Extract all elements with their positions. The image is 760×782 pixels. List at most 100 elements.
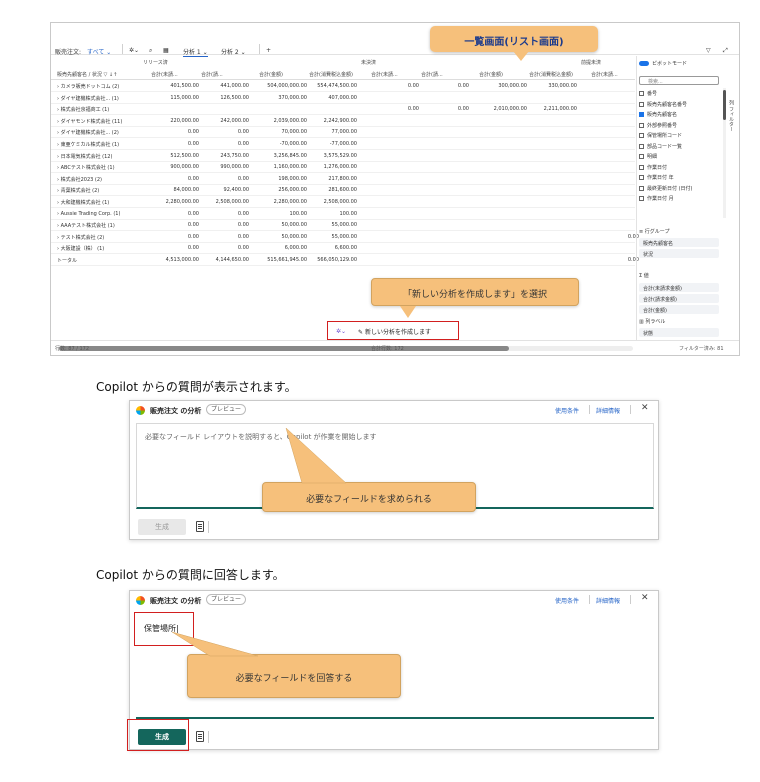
checkbox-icon[interactable] <box>639 164 644 170</box>
terms-link[interactable]: 使用条件 <box>555 596 579 605</box>
column-header[interactable]: 合計(請... <box>421 71 443 78</box>
table-cell: 2,211,000.00 <box>543 106 577 113</box>
table-row[interactable]: › Aussie Trading Corp. (1) 0.00 0.00 100.00… <box>51 209 635 220</box>
field-checkbox-item[interactable]: 作業日付 年 <box>639 174 674 181</box>
add-tab-button[interactable]: + <box>266 47 271 54</box>
total-row[interactable]: トータル 4,513,000.00 4,144,650.00 515,661,945.… <box>51 255 639 266</box>
field-checkbox-item[interactable]: 明細 <box>639 153 657 160</box>
field-checkbox-item[interactable]: 保管場所コード <box>639 132 682 139</box>
field-checkbox-item[interactable]: 販売先顧客名番号 <box>639 101 687 108</box>
row-label: › テスト株式会社 (2) <box>57 234 105 241</box>
column-header[interactable]: 合計(金額) <box>259 71 283 78</box>
field-checkbox-item[interactable]: 部品コード一覧 <box>639 143 682 150</box>
value-chip[interactable]: 合計(未請求金額) <box>639 283 719 292</box>
checkbox-icon[interactable] <box>639 122 644 128</box>
column-header[interactable]: 合計(金額) <box>479 71 503 78</box>
field-search-input[interactable]: 検索... <box>639 76 719 85</box>
caption-question-shown: Copilot からの質問が表示されます。 <box>96 380 297 394</box>
checkbox-icon[interactable] <box>639 196 644 201</box>
table-row[interactable]: › 大阪建設（株） (1) 0.00 0.00 6,000.00 6,600.00 <box>51 243 635 255</box>
table-row[interactable]: › 青葉株式会社 (2) 84,000.00 92,400.00 256,000.00… <box>51 185 635 197</box>
field-checkbox-item[interactable]: 最終更新日付 (日付) <box>639 185 693 192</box>
field-checkbox-item[interactable]: 作業日付 月 <box>639 195 674 202</box>
pivot-mode-toggle[interactable]: ピボットモード <box>639 60 687 67</box>
search-icon[interactable]: ⌕ <box>149 47 152 55</box>
dialog-footer: 生成 <box>130 725 660 747</box>
checkbox-icon[interactable] <box>639 91 644 96</box>
document-icon[interactable] <box>196 731 204 742</box>
terms-link[interactable]: 使用条件 <box>555 406 579 415</box>
close-icon[interactable]: ✕ <box>641 403 649 413</box>
table-row[interactable]: › 株式会社京福商工 (1) 0.00 0.00 2,010,000.00 2,211,… <box>51 104 635 116</box>
column-label-chip[interactable]: 状態 <box>639 328 719 337</box>
copilot-menu-icon[interactable]: ✲⌄ <box>129 47 139 54</box>
table-row[interactable]: › ダイヤ建機株式会社... (1) 115,000.00 126,500.00 37… <box>51 93 635 104</box>
field-checkbox-item[interactable]: 番号 <box>639 90 657 97</box>
table-row[interactable]: › カメラ販売ドットコム (2) 401,500.00 441,000.00 504,… <box>51 81 635 92</box>
checkbox-icon[interactable] <box>639 133 644 138</box>
table-cell: 441,000.00 <box>220 83 249 89</box>
value-chip[interactable]: 合計(金額) <box>639 305 719 314</box>
field-checkbox-item[interactable]: 販売先顧客名 <box>639 111 677 118</box>
filter-dropdown[interactable]: すべて ⌄ <box>87 47 111 56</box>
caption-answer: Copilot からの質問に回答します。 <box>96 568 285 582</box>
instruction-callout: 必要なフィールドを回答する <box>187 654 401 698</box>
checkbox-icon[interactable] <box>639 154 644 159</box>
field-list-scrollbar-thumb[interactable] <box>723 90 726 120</box>
table-cell: 3,575,529.00 <box>323 152 357 159</box>
checkbox-icon[interactable] <box>639 143 644 149</box>
close-icon[interactable]: ✕ <box>641 593 649 603</box>
new-analysis-button[interactable]: ✎ 新しい分析を作成します <box>358 327 431 336</box>
checkbox-icon[interactable] <box>639 101 644 107</box>
table-cell: -70,000.00 <box>279 141 307 147</box>
column-header[interactable]: 合計(請... <box>201 71 223 78</box>
column-labels-title: ▥ 列ラベル <box>639 319 666 325</box>
table-row[interactable]: › 大和建機株式会社 (1) 2,280,000.00 2,508,000.00 2,… <box>51 197 635 208</box>
table-row[interactable]: › テスト株式会社 (2) 0.00 0.00 50,000.00 55,000.00 0… <box>51 232 639 243</box>
table-row[interactable]: › AAAテスト株式会社 (1) 0.00 0.00 50,000.00 55,000.… <box>51 220 635 232</box>
table-row[interactable]: › 株式会社2023 (2) 0.00 0.00 198,000.00 217,800.… <box>51 174 635 185</box>
table-cell: 0.00 <box>237 245 249 252</box>
column-header[interactable]: 合計(未請... <box>591 71 618 78</box>
table-row[interactable]: › ダイヤ建機株式会社... (2) 0.00 0.00 70,000.00 77,00… <box>51 127 635 139</box>
value-chip[interactable]: 合計(請求金額) <box>639 294 719 303</box>
side-tab-label[interactable]: 列 フィルター <box>728 100 735 132</box>
column-header[interactable]: 合計(未請... <box>151 71 178 78</box>
row-group-chip[interactable]: 販売先顧客名 <box>639 238 719 247</box>
filter-icon[interactable]: ▽ <box>706 47 711 54</box>
tab-analysis-2[interactable]: 分析 2 ⌄ <box>221 47 246 56</box>
table-cell: 77,000.00 <box>331 129 357 136</box>
table-row[interactable]: › 東亜ケミカル株式会社 (1) 0.00 0.00 -70,000.00 -77,00… <box>51 139 635 150</box>
column-header[interactable]: 合計(消費税込金額) <box>529 71 573 78</box>
field-checkbox-item[interactable]: 作業日付 <box>639 164 667 171</box>
table-cell: -77,000.00 <box>329 141 357 147</box>
table-cell: 0.00 <box>457 106 469 113</box>
table-row[interactable]: › 日本電気株式会社 (12) 512,500.00 243,750.00 3,256… <box>51 151 635 162</box>
table-cell: 126,500.00 <box>220 94 249 101</box>
details-link[interactable]: 詳細情報 <box>596 406 620 415</box>
field-checkbox-item[interactable]: 外部参照番号 <box>639 122 677 129</box>
checkbox-icon[interactable] <box>639 112 644 117</box>
table-cell: 217,800.00 <box>328 175 357 182</box>
instruction-callout-tail <box>400 306 416 318</box>
column-header[interactable]: 販売先顧客名 / 状況 ▽ ↓↑ <box>57 71 117 78</box>
generate-button[interactable]: 生成 <box>138 519 186 535</box>
table-cell: 6,000.00 <box>284 245 307 252</box>
analysis-icon[interactable]: ▦ <box>163 47 169 54</box>
table-cell: 0.00 <box>457 83 469 89</box>
table-cell: 6,600.00 <box>334 245 357 252</box>
column-header[interactable]: 合計(未請... <box>371 71 398 78</box>
row-group-chip[interactable]: 状況 <box>639 249 719 258</box>
group-header: 前提未済 <box>581 60 602 66</box>
table-row[interactable]: › ABCテスト株式会社 (1) 900,000.00 990,000.00 1,16… <box>51 162 635 174</box>
details-link[interactable]: 詳細情報 <box>596 596 620 605</box>
new-analysis-popup[interactable]: ✲⌄ ✎ 新しい分析を作成します <box>327 321 459 340</box>
checkbox-icon[interactable] <box>639 185 644 191</box>
table-row[interactable]: › ダイヤモンド株式会社 (11) 220,000.00 242,000.00 2,0… <box>51 116 635 127</box>
expand-icon[interactable]: ⤢ <box>723 47 728 55</box>
checkbox-icon[interactable] <box>639 175 644 180</box>
pivot-side-panel: ピボットモード 検索... 番号 販売先顧客名番号 販売先顧客名 外部参照番号 保管場所… <box>636 56 739 341</box>
document-icon[interactable] <box>196 521 204 532</box>
field-label: 最終更新日付 (日付) <box>647 185 693 192</box>
column-header[interactable]: 合計(消費税込金額) <box>309 71 353 78</box>
